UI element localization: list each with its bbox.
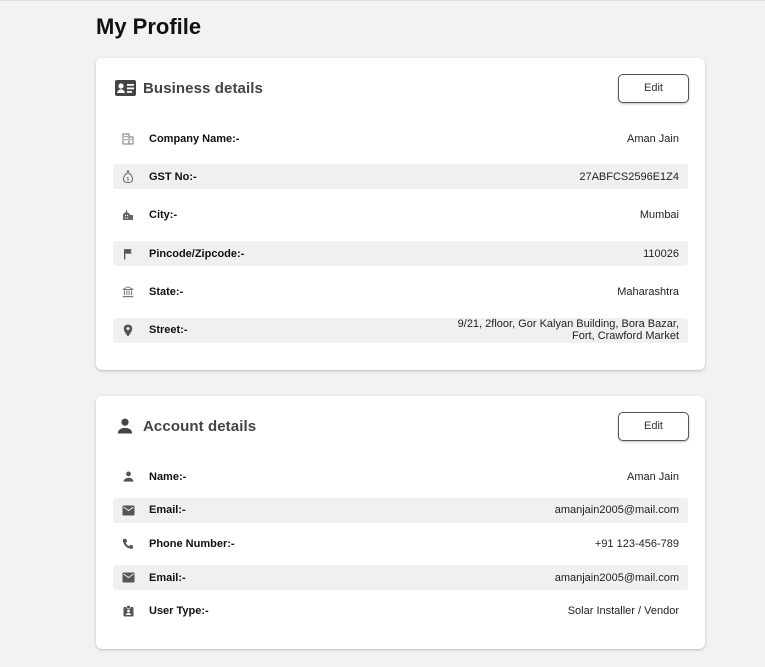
street-value: 9/21, 2floor, Gor Kalyan Building, Bora … [458,318,679,342]
name-row: Name:- Aman Jain [113,464,688,489]
svg-text:$: $ [126,177,129,183]
edit-business-button[interactable]: Edit [618,73,689,103]
name-value: Aman Jain [627,470,679,483]
user-type-value: Solar Installer / Vendor [567,605,679,618]
email-label-2: Email:- [149,571,186,584]
company-name-label: Company Name:- [149,132,240,145]
phone-row: Phone Number:- +91 123-456-789 [113,531,688,556]
email-icon [121,571,135,585]
gst-no-value: 27ABFCS2596E1Z4 [579,170,679,183]
city-label: City:- [149,209,178,222]
page-title: My Profile [96,14,202,39]
street-row: Street:- 9/21, 2floor, Gor Kalyan Buildi… [113,317,688,343]
email-row: Email:- amanjain2005@mail.com [113,497,688,523]
person-icon [121,470,135,484]
city-row: City:- Mumbai [113,203,688,228]
edit-account-button[interactable]: Edit [618,411,689,441]
email-row-2: Email:- amanjain2005@mail.com [113,565,688,591]
state-value: Maharashtra [617,286,679,299]
account-details-list: Name:- Aman Jain Email:- amanjain2005@ma… [113,464,688,632]
email-value-2: amanjain2005@mail.com [554,571,679,584]
business-details-card: Business details Edit Company Name:- Ama… [96,58,705,370]
business-details-list: Company Name:- Aman Jain $ GST No:- 27AB… [113,126,688,356]
name-label: Name:- [149,470,187,483]
user-type-label: User Type:- [149,605,209,618]
pincode-label: Pincode/Zipcode:- [149,247,245,260]
flag-icon [121,247,135,261]
business-details-title: Business details [143,79,263,97]
business-details-header: Business details Edit [114,73,689,103]
company-name-row: Company Name:- Aman Jain [113,126,688,151]
gst-no-label: GST No:- [149,170,197,183]
location-pin-icon [121,323,135,337]
pincode-row: Pincode/Zipcode:- 110026 [113,241,688,267]
badge-icon [121,604,135,618]
bank-icon [121,285,135,299]
building-icon [121,132,135,146]
person-icon [114,415,136,437]
pincode-value: 110026 [643,247,679,260]
street-value-line-2: Fort, Crawford Market [572,330,679,343]
account-details-card: Account details Edit Name:- Aman Jain Em… [96,396,705,649]
user-type-row: User Type:- Solar Installer / Vendor [113,599,688,624]
email-label: Email:- [149,504,186,517]
phone-label: Phone Number:- [149,537,235,550]
street-label: Street:- [149,324,188,337]
email-icon [121,503,135,517]
state-label: State:- [149,286,184,299]
email-value: amanjain2005@mail.com [554,504,679,517]
street-value-line-1: 9/21, 2floor, Gor Kalyan Building, Bora … [457,318,679,331]
city-value: Mumbai [639,209,679,222]
account-details-title: Account details [143,417,257,435]
company-name-value: Aman Jain [627,132,679,145]
city-icon [121,208,135,222]
state-row: State:- Maharashtra [113,280,688,305]
gst-no-row: $ GST No:- 27ABFCS2596E1Z4 [113,164,688,190]
account-details-header: Account details Edit [114,411,689,441]
money-bag-icon: $ [121,170,135,184]
phone-icon [121,537,135,551]
id-card-icon [114,77,136,99]
phone-value: +91 123-456-789 [594,537,679,550]
